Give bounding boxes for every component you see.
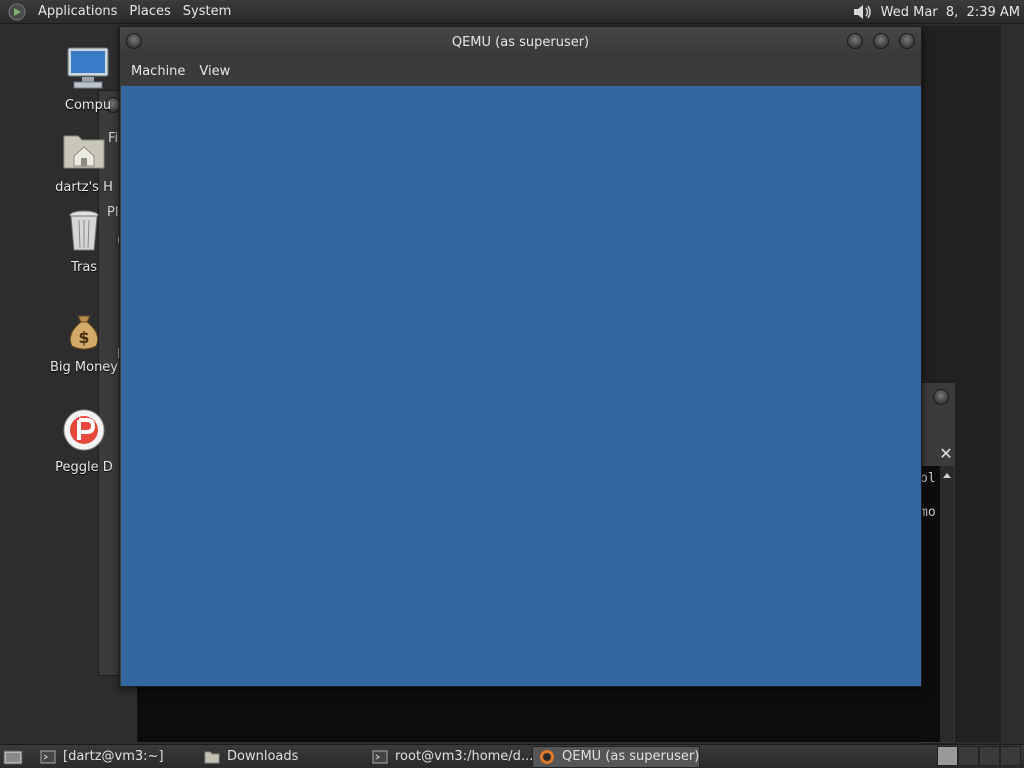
speaker-icon[interactable]	[851, 2, 875, 22]
show-desktop-icon[interactable]	[2, 747, 24, 767]
qemu-icon	[540, 749, 554, 764]
places-menu[interactable]: Places	[123, 4, 176, 19]
svg-text:$: $	[78, 328, 89, 347]
clock[interactable]: Wed Mar 8, 2:39 AM	[881, 5, 1020, 20]
bottom-panel: [dartz@vm3:~] Downloads root@vm3:/home/d…	[0, 744, 1024, 768]
home-folder-icon	[63, 135, 105, 169]
workspace-2[interactable]	[958, 746, 979, 766]
qemu-menubar: Machine View	[120, 57, 921, 85]
view-menu[interactable]: View	[192, 64, 237, 79]
system-menu[interactable]: System	[177, 4, 237, 19]
task-label: Downloads	[227, 749, 299, 764]
qemu-titlebar[interactable]: QEMU (as superuser)	[120, 27, 921, 57]
window-title: QEMU (as superuser)	[451, 34, 590, 50]
qemu-window[interactable]: QEMU (as superuser) Machine View	[119, 26, 922, 687]
money-bag-icon: $	[69, 315, 99, 350]
folder-icon	[204, 751, 220, 763]
terminal-scrollbar[interactable]	[940, 466, 954, 742]
taskbar-item-terminal[interactable]: [dartz@vm3:~]	[34, 746, 194, 768]
taskbar-item-downloads[interactable]: Downloads	[198, 746, 366, 768]
taskbar-item-root-terminal[interactable]: root@vm3:/home/d...	[366, 746, 532, 768]
vm-display[interactable]	[121, 86, 921, 686]
window-control-button[interactable]	[933, 389, 949, 405]
task-label: [dartz@vm3:~]	[63, 749, 164, 764]
workspace-3[interactable]	[979, 746, 1000, 766]
close-button[interactable]	[899, 33, 915, 49]
trash-icon	[69, 210, 99, 251]
window-menu-button[interactable]	[126, 33, 142, 49]
terminal-icon	[372, 750, 388, 763]
task-label: QEMU (as superuser)	[562, 749, 700, 764]
workspace-4[interactable]	[1000, 746, 1021, 766]
machine-menu[interactable]: Machine	[124, 64, 192, 79]
applications-menu[interactable]: Applications	[32, 4, 123, 19]
close-tab-icon[interactable]: ✕	[936, 444, 956, 464]
task-label: root@vm3:/home/d...	[395, 749, 532, 764]
terminal-fragment-text: mo	[920, 505, 936, 520]
terminal-icon	[40, 750, 56, 763]
maximize-button[interactable]	[873, 33, 889, 49]
terminal-fragment-text: ol	[920, 471, 936, 486]
peggle-icon	[63, 409, 105, 451]
gnome-foot-icon[interactable]	[6, 1, 28, 23]
workspace-1[interactable]	[937, 746, 958, 766]
taskbar-item-qemu[interactable]: QEMU (as superuser)	[532, 745, 700, 768]
computer-icon	[67, 47, 109, 89]
scroll-up-arrow-icon[interactable]	[940, 470, 954, 480]
minimize-button[interactable]	[847, 33, 863, 49]
top-panel: Applications Places System Wed Mar 8, 2:…	[0, 0, 1024, 24]
